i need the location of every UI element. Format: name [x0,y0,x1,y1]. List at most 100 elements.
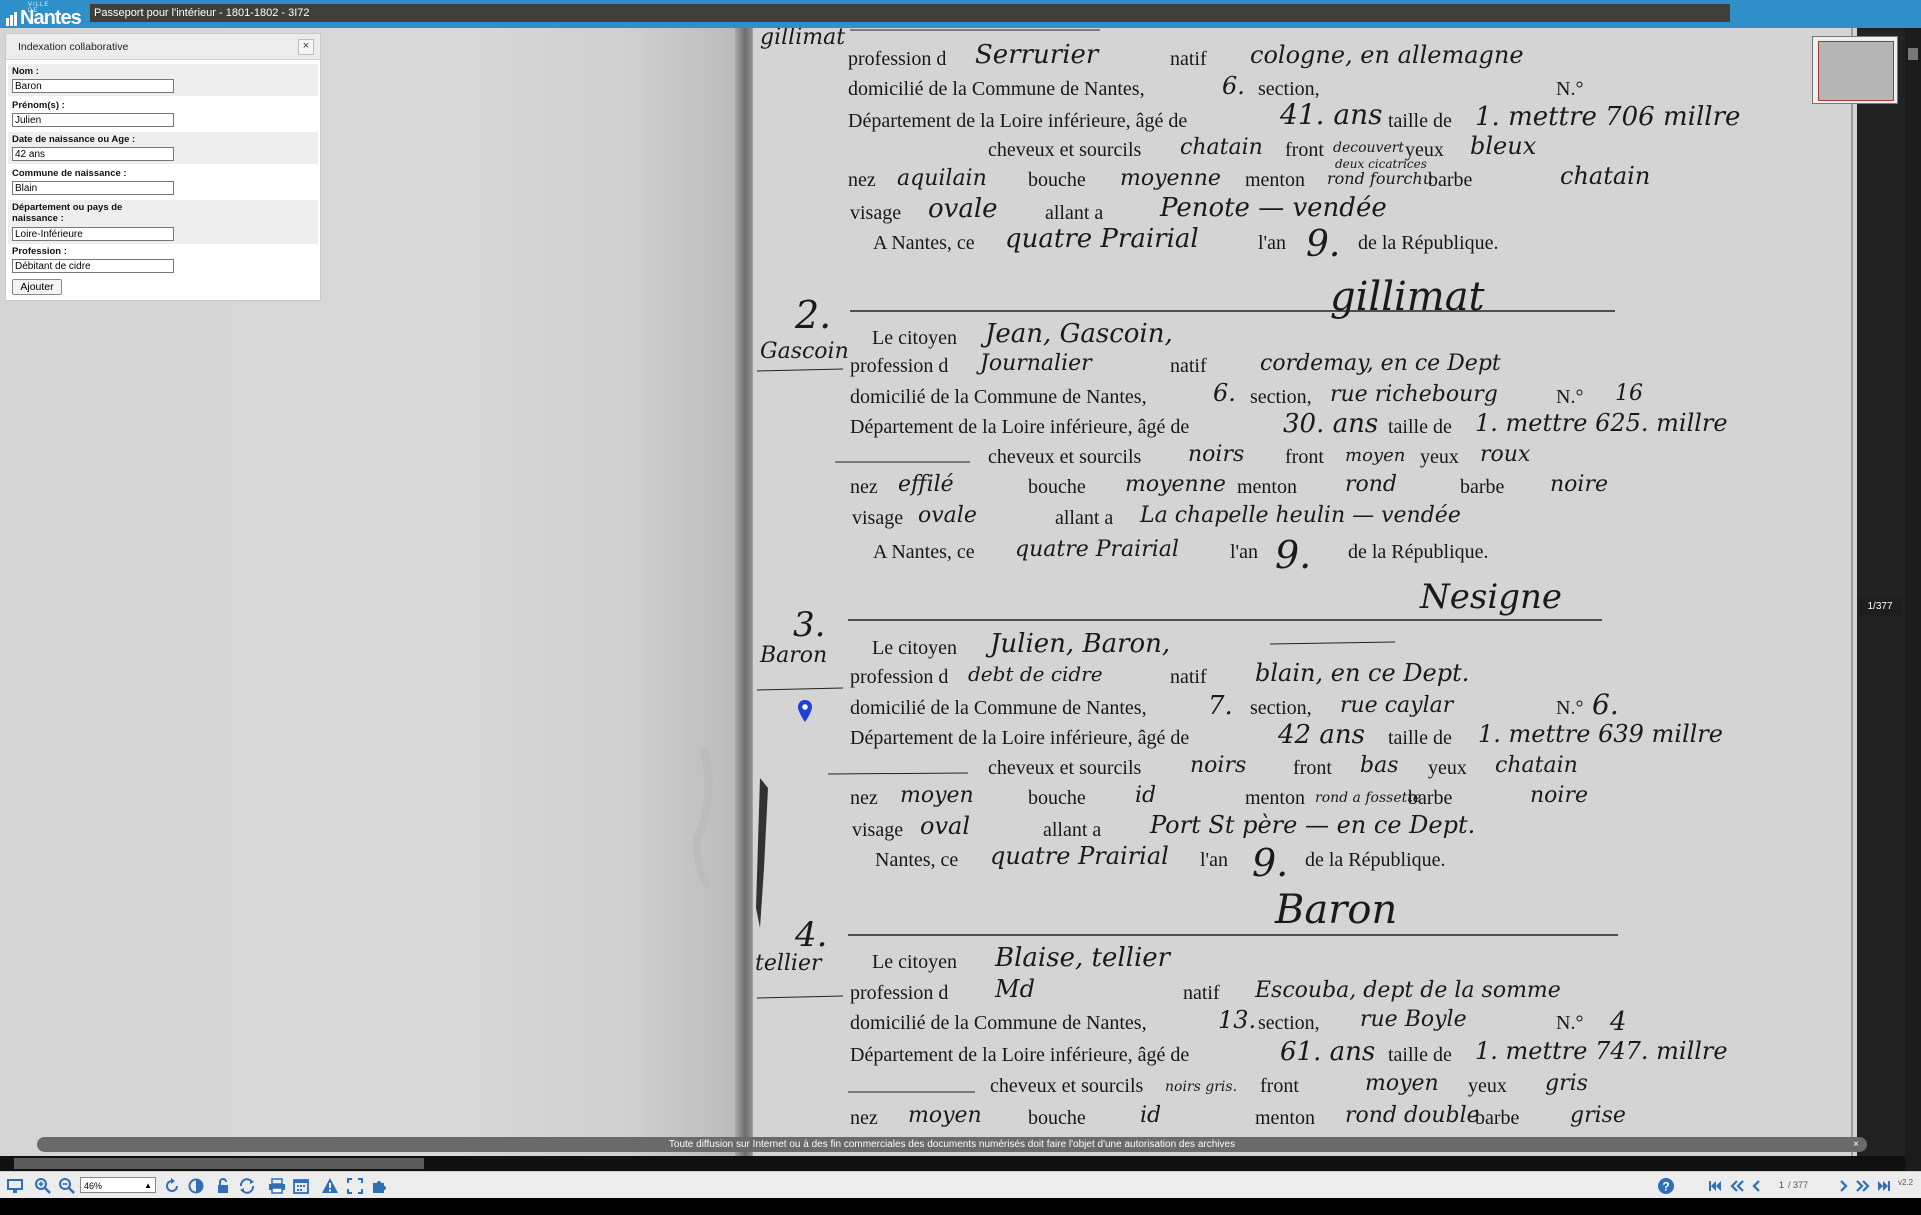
e1-section: 6. [1222,72,1245,100]
e3-barbe: noire [1530,783,1588,808]
e2-no-label: N.° [1556,386,1583,408]
e1-bouche: moyenne [1120,166,1221,191]
e1-anantes-label: A Nantes, ce [873,232,975,254]
e2-menton: rond [1345,472,1397,497]
nom-input[interactable] [12,79,174,93]
e4-domicile-label: domicilié de la Commune de Nantes, [850,1012,1147,1034]
calendar-icon[interactable] [292,1177,310,1195]
e4-section-label: section, [1258,1012,1320,1034]
zoom-in-icon[interactable] [34,1177,52,1195]
top-header: VILLE DE Nantes Passeport pour l'intérie… [0,0,1921,29]
e3-age: 42 ans [1277,720,1365,750]
horizontal-scroll-thumb[interactable] [14,1158,424,1169]
panel-title: Indexation collaborative [18,41,129,53]
fullscreen-icon[interactable] [346,1177,364,1195]
location-pin-icon[interactable] [798,700,812,722]
e2-nez: effilé [898,472,954,497]
e4-nez-label: nez [850,1107,878,1129]
e1-natif-label: natif [1170,48,1207,70]
e2-signature: Nesigne [1419,577,1562,617]
prenom-label: Prénom(s) : [12,100,65,111]
e1-profession-label: profession d [848,48,946,70]
e2-front: moyen [1345,445,1405,466]
zoom-value: 46% [84,1181,103,1191]
add-button[interactable]: Ajouter [12,279,62,295]
commune-input[interactable] [12,181,174,195]
first-page-icon[interactable] [1706,1177,1724,1195]
zoom-out-icon[interactable] [58,1177,76,1195]
page-input[interactable]: 1 [1766,1177,1784,1193]
e1-signature: gillimat [1330,274,1486,320]
e2-section-label: section, [1250,386,1312,408]
e2-an-label: l'an [1230,541,1258,563]
departement-input[interactable] [12,227,174,241]
e4-front: moyen [1365,1071,1439,1096]
print-icon[interactable] [268,1177,286,1195]
fast-forward-icon[interactable] [1854,1177,1872,1195]
e4-citoyen-label: Le citoyen [872,951,957,973]
e3-natif: blain, en ce Dept. [1255,659,1469,687]
profession-input[interactable] [12,259,174,273]
lock-icon[interactable] [214,1177,232,1195]
screen-icon[interactable] [6,1177,24,1195]
vertical-scroll-thumb[interactable] [1908,48,1918,60]
e3-an: 9. [1252,841,1288,885]
e4-no: 4 [1609,1007,1627,1037]
next-page-icon[interactable] [1834,1177,1852,1195]
close-icon[interactable]: × [298,39,314,55]
departement-label: Département ou pays de naissance : [12,202,123,224]
e4-barbe-label: barbe [1475,1107,1520,1129]
e2-cheveux: noirs [1188,442,1244,467]
e3-bouche-label: bouche [1028,787,1086,809]
e2-anantes-label: A Nantes, ce [873,541,975,563]
notice-close-icon[interactable]: × [1853,1137,1859,1152]
e1-nez: aquilain [897,166,987,191]
field-departement: Département ou pays de naissance : [8,200,318,244]
logo-bars-icon [6,12,17,26]
e1-front-label: front [1285,139,1324,161]
e2-departement-label: Département de la Loire inférieure, âgé … [850,416,1189,438]
e2-visage-label: visage [852,507,903,529]
zoom-select[interactable]: 46% ▲ [80,1177,156,1193]
e2-republique-label: de la République. [1348,541,1489,563]
e1-cheveux: chatain [1180,135,1263,160]
e1-yeux: bleux [1470,132,1537,160]
page-thumbnail[interactable] [1812,36,1898,104]
e2-yeux: roux [1480,442,1531,467]
field-nom: Nom : [8,64,318,96]
e3-citoyen-label: Le citoyen [872,637,957,659]
e1-natif: cologne, en allemagne [1250,41,1524,69]
vertical-scrollbar[interactable] [1905,28,1921,1171]
e1-front: decouvert [1333,140,1404,156]
document-title: Passeport pour l'intérieur - 1801-1802 -… [90,4,1730,22]
warning-icon[interactable] [321,1177,339,1195]
previous-page-icon[interactable] [1748,1177,1766,1195]
e1-nez-label: nez [848,169,876,191]
notice-text: Toute diffusion sur Internet ou à des fi… [668,1139,1236,1150]
e4-barbe: grise [1570,1103,1626,1128]
e2-rue: rue richebourg [1330,382,1498,407]
horizontal-scrollbar[interactable] [0,1156,1905,1171]
e4-natif-label: natif [1183,982,1220,1004]
e3-profession-label: profession d [850,666,948,688]
entry-number-4: 4. [794,915,827,955]
e3-date: quatre Prairial [990,842,1169,870]
e3-domicile-label: domicilié de la Commune de Nantes, [850,697,1147,719]
age-input[interactable] [12,147,174,161]
e4-nez: moyen [908,1103,982,1128]
contrast-icon[interactable] [187,1177,205,1195]
prenom-input[interactable] [12,113,174,127]
last-page-icon[interactable] [1875,1177,1893,1195]
e3-menton: rond a fossette [1315,790,1421,806]
field-age: Date de naissance ou Age : [8,132,318,164]
refresh-icon[interactable] [238,1177,256,1195]
e3-no: 6. [1592,688,1619,721]
help-icon[interactable]: ? [1657,1177,1675,1195]
e2-nez-label: nez [850,476,878,498]
puzzle-icon[interactable] [370,1177,388,1195]
rotate-icon[interactable] [163,1177,181,1195]
e3-yeux-label: yeux [1428,757,1467,779]
e1-bouche-label: bouche [1028,169,1086,191]
rewind-icon[interactable] [1728,1177,1746,1195]
field-commune: Commune de naissance : [8,166,318,198]
